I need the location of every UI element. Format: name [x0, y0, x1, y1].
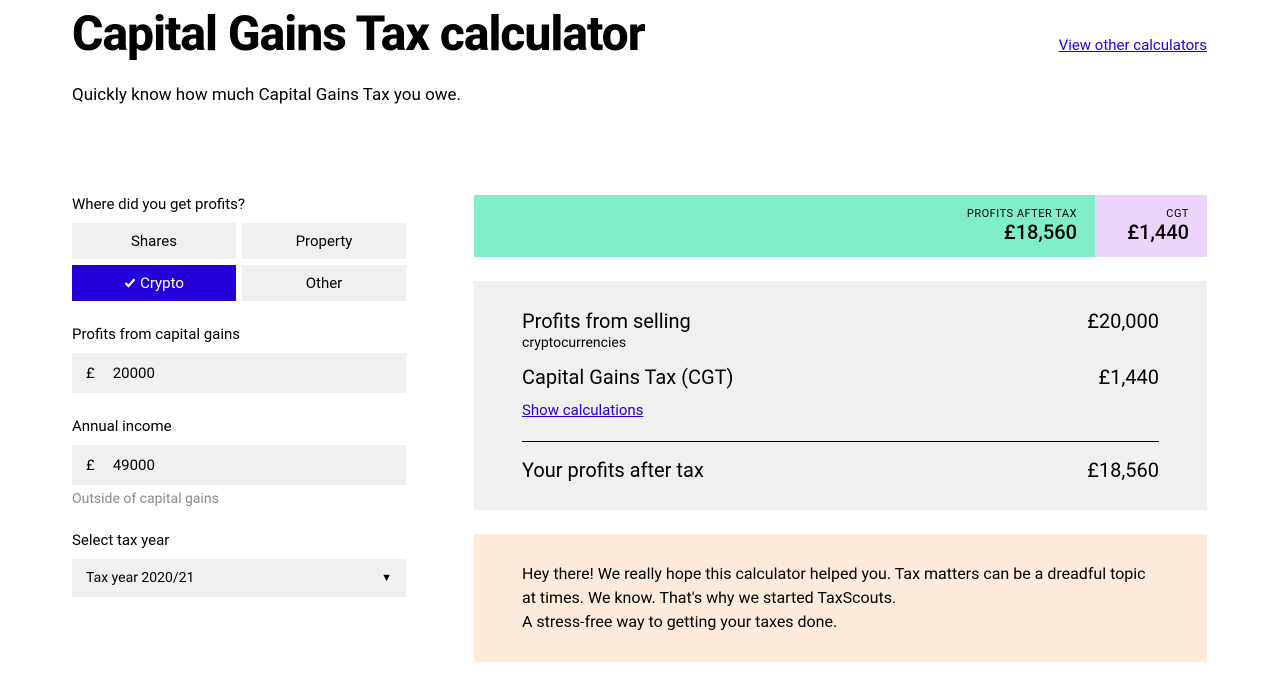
- summary-cgt-value: £1,440: [1127, 220, 1189, 244]
- currency-symbol: £: [72, 456, 109, 474]
- page-title: Capital Gains Tax calculator: [72, 8, 645, 61]
- cgt-row-value: £1,440: [1098, 365, 1159, 389]
- summary-profits-label: PROFITS AFTER TAX: [967, 207, 1077, 220]
- income-input[interactable]: [109, 445, 406, 485]
- form-column: Where did you get profits? Shares Proper…: [72, 195, 406, 662]
- view-other-calculators-link[interactable]: View other calculators: [1059, 36, 1207, 54]
- tax-year-label: Select tax year: [72, 531, 406, 549]
- profits-label: Profits from capital gains: [72, 325, 406, 343]
- source-property-button[interactable]: Property: [242, 223, 406, 259]
- check-icon: [124, 277, 136, 289]
- after-tax-label: Your profits after tax: [522, 458, 704, 482]
- results-column: PROFITS AFTER TAX £18,560 CGT £1,440 Pro…: [474, 195, 1207, 662]
- selling-sublabel: cryptocurrencies: [522, 335, 691, 351]
- income-label: Annual income: [72, 417, 406, 435]
- page-subtitle: Quickly know how much Capital Gains Tax …: [72, 85, 1207, 105]
- income-helper-text: Outside of capital gains: [72, 491, 406, 507]
- summary-cgt-segment: CGT £1,440: [1095, 195, 1207, 257]
- income-input-group: £: [72, 445, 406, 485]
- breakdown-panel: Profits from selling cryptocurrencies £2…: [474, 281, 1207, 510]
- breakdown-row-selling: Profits from selling cryptocurrencies £2…: [522, 309, 1159, 351]
- profit-source-group: Shares Property Crypto Other: [72, 223, 406, 301]
- source-other-button[interactable]: Other: [242, 265, 406, 301]
- summary-bar: PROFITS AFTER TAX £18,560 CGT £1,440: [474, 195, 1207, 257]
- promo-panel: Hey there! We really hope this calculato…: [474, 534, 1207, 662]
- selling-value: £20,000: [1087, 309, 1159, 333]
- source-crypto-label: Crypto: [140, 274, 184, 292]
- profits-input-group: £: [72, 353, 406, 393]
- summary-profits-value: £18,560: [1004, 220, 1077, 244]
- source-crypto-button[interactable]: Crypto: [72, 265, 236, 301]
- cgt-row-label: Capital Gains Tax (CGT): [522, 365, 734, 389]
- tax-year-select[interactable]: Tax year 2020/21 ▼: [72, 559, 406, 597]
- profit-source-label: Where did you get profits?: [72, 195, 406, 213]
- breakdown-row-cgt: Capital Gains Tax (CGT) £1,440: [522, 365, 1159, 389]
- show-calculations-link[interactable]: Show calculations: [522, 401, 643, 419]
- profits-input[interactable]: [109, 353, 406, 393]
- summary-cgt-label: CGT: [1166, 207, 1189, 220]
- breakdown-divider: [522, 441, 1159, 442]
- promo-line-1: Hey there! We really hope this calculato…: [522, 562, 1159, 610]
- source-shares-button[interactable]: Shares: [72, 223, 236, 259]
- tax-year-value: Tax year 2020/21: [86, 570, 194, 586]
- summary-profits-segment: PROFITS AFTER TAX £18,560: [474, 195, 1095, 257]
- selling-label: Profits from selling: [522, 309, 691, 333]
- after-tax-value: £18,560: [1087, 458, 1159, 482]
- breakdown-row-after-tax: Your profits after tax £18,560: [522, 458, 1159, 482]
- promo-line-2: A stress-free way to getting your taxes …: [522, 610, 1159, 634]
- chevron-down-icon: ▼: [381, 571, 392, 584]
- currency-symbol: £: [72, 364, 109, 382]
